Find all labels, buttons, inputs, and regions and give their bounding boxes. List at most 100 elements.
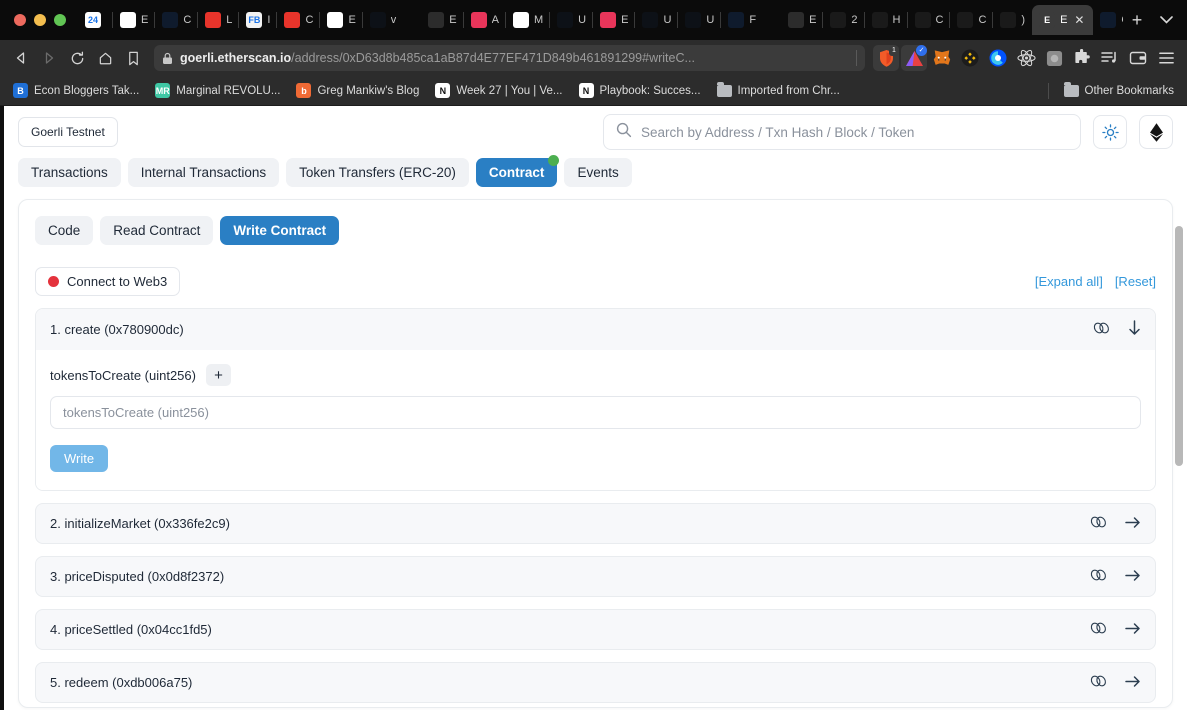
browser-tab[interactable]: M (504, 5, 550, 35)
write-button[interactable]: Write (50, 445, 109, 472)
page-scrollbar[interactable] (1174, 106, 1184, 710)
grey-square-icon[interactable] (1041, 45, 1067, 71)
bookmark-item[interactable]: N Week 27 | You | Ve... (428, 80, 569, 101)
param-input[interactable] (50, 396, 1141, 429)
new-tab-button[interactable]: + (1123, 6, 1151, 34)
expand-all-link[interactable]: [Expand all] (1035, 274, 1103, 289)
scrollbar-thumb[interactable] (1175, 226, 1183, 466)
browser-tab[interactable]: E (111, 5, 155, 35)
close-window-button[interactable] (14, 14, 26, 26)
browser-tab[interactable]: U (677, 5, 721, 35)
browser-tab[interactable]: C (1093, 5, 1123, 35)
page-tab-contract[interactable]: Contract (475, 155, 560, 187)
browser-tab[interactable]: E (592, 5, 635, 35)
page-tab-token-transfers-erc-20[interactable]: Token Transfers (ERC-20) (286, 158, 469, 187)
home-button[interactable] (92, 45, 118, 71)
browser-tab-title: E (141, 14, 149, 26)
contract-tab-write-contract[interactable]: Write Contract (220, 216, 340, 245)
tab-search-chevron-down-icon[interactable] (1151, 5, 1181, 35)
metamask-fox-icon[interactable] (929, 45, 955, 71)
add-param-button[interactable]: + (205, 364, 231, 386)
ethereum-diamond-icon[interactable] (1139, 115, 1173, 149)
contract-function-header[interactable]: 5. redeem (0xdb006a75) (35, 662, 1156, 703)
brave-shields-icon[interactable]: 1 (873, 45, 899, 71)
contract-tab-read-contract[interactable]: Read Contract (100, 216, 214, 245)
chain-link-icon[interactable] (1090, 515, 1107, 532)
browser-tab[interactable]: FB I (238, 5, 277, 35)
contract-function-title: 3. priceDisputed (0x0d8f2372) (50, 569, 225, 584)
chain-link-icon[interactable] (1093, 321, 1110, 338)
search-icon (616, 122, 632, 143)
mr-icon: MR (155, 83, 171, 98)
browser-tab[interactable]: C (949, 5, 993, 35)
arrow-right-icon[interactable] (1125, 675, 1141, 691)
playlist-icon[interactable] (1097, 45, 1123, 71)
blogger-b-icon: B (13, 83, 28, 98)
back-button[interactable] (8, 45, 34, 71)
browser-tab[interactable]: 2 (822, 5, 864, 35)
browser-tab[interactable]: A (462, 5, 506, 35)
browser-tab[interactable]: U (634, 5, 678, 35)
browser-tab[interactable]: L (197, 5, 239, 35)
chain-link-icon[interactable] (1090, 621, 1107, 638)
browser-tab[interactable]: E (781, 5, 823, 35)
arrow-right-icon[interactable] (1125, 516, 1141, 532)
browser-tab[interactable]: C (276, 5, 320, 35)
contract-function-title: 1. create (0x780900dc) (50, 322, 184, 337)
bookmark-item[interactable]: MR Marginal REVOLU... (148, 80, 287, 101)
contract-function-header[interactable]: 4. priceSettled (0x04cc1fd5) (35, 609, 1156, 650)
network-badge[interactable]: Goerli Testnet (18, 117, 118, 147)
hamburger-menu-icon[interactable] (1153, 45, 1179, 71)
coinbase-wallet-icon[interactable] (985, 45, 1011, 71)
browser-tab[interactable]: U (549, 5, 593, 35)
chain-link-icon[interactable] (1090, 674, 1107, 691)
reload-button[interactable] (64, 45, 90, 71)
bookmark-item[interactable]: b Greg Mankiw's Blog (289, 80, 426, 101)
react-devtools-icon[interactable] (1013, 45, 1039, 71)
theme-toggle-button[interactable] (1093, 115, 1127, 149)
close-tab-icon[interactable]: ✕ (1072, 13, 1086, 27)
warning-icon (914, 12, 931, 28)
browser-tab[interactable]: 24 (78, 5, 113, 35)
other-bookmarks-folder[interactable]: Other Bookmarks (1057, 81, 1181, 100)
chain-link-icon[interactable] (1090, 568, 1107, 585)
browser-tab[interactable]: E (421, 5, 463, 35)
wallet-icon[interactable] (1125, 45, 1151, 71)
search-bar[interactable] (603, 114, 1081, 150)
arrow-down-icon[interactable] (1128, 320, 1141, 339)
blank-icon (788, 12, 805, 28)
puzzle-extensions-icon[interactable] (1069, 45, 1095, 71)
browser-tab[interactable]: C (906, 5, 951, 35)
browser-tab[interactable]: E (319, 5, 362, 35)
canada-leaf-icon (830, 12, 847, 28)
contract-tab-code[interactable]: Code (35, 216, 94, 245)
browser-tab[interactable]: v (361, 5, 404, 35)
browser-tab[interactable]: ) (992, 5, 1032, 35)
cat-icon (1000, 12, 1017, 28)
contract-function-header[interactable]: 3. priceDisputed (0x0d8f2372) (35, 556, 1156, 597)
bookmark-item[interactable]: B Econ Bloggers Tak... (6, 80, 146, 101)
reset-link[interactable]: [Reset] (1115, 274, 1156, 289)
browser-tab[interactable]: C (154, 5, 198, 35)
page-tab-events[interactable]: Events (564, 158, 632, 187)
connection-status-dot (48, 276, 59, 287)
search-input[interactable] (641, 124, 1068, 140)
bookmark-item[interactable]: N Playbook: Succes... (572, 80, 708, 101)
page-tab-transactions[interactable]: Transactions (18, 158, 121, 187)
arrow-right-icon[interactable] (1125, 622, 1141, 638)
minimize-window-button[interactable] (34, 14, 46, 26)
binance-icon[interactable] (957, 45, 983, 71)
maximize-window-button[interactable] (54, 14, 66, 26)
contract-function-header[interactable]: 1. create (0x780900dc) (36, 309, 1155, 350)
connect-to-web3-button[interactable]: Connect to Web3 (35, 267, 181, 296)
page-tab-internal-transactions[interactable]: Internal Transactions (127, 158, 280, 187)
bookmark-manager-button[interactable] (120, 45, 146, 71)
contract-function-header[interactable]: 2. initializeMarket (0x336fe2c9) (35, 503, 1156, 544)
bookmark-item[interactable]: Imported from Chr... (710, 81, 847, 100)
browser-tab[interactable]: F (720, 5, 763, 35)
arrow-right-icon[interactable] (1125, 569, 1141, 585)
browser-tab[interactable]: E E ✕ (1032, 5, 1094, 35)
browser-tab[interactable]: H (863, 5, 908, 35)
avalanche-icon[interactable]: ✓ (901, 45, 927, 71)
address-bar[interactable]: goerli.etherscan.io/address/0xD63d8b485c… (154, 45, 865, 71)
